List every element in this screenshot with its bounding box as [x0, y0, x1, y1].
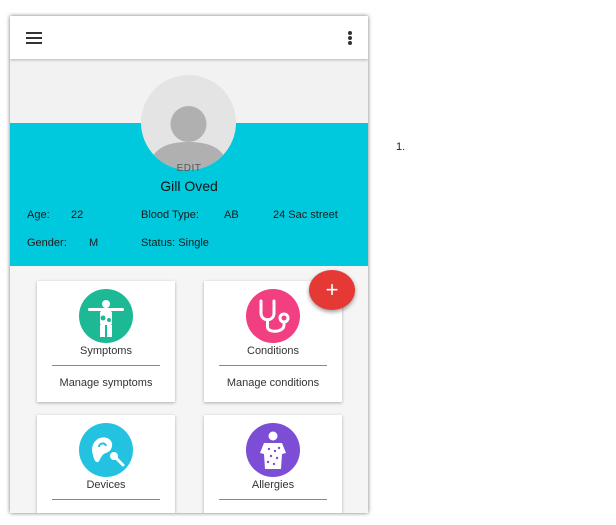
avatar-placeholder-icon — [148, 106, 229, 170]
edit-avatar-button[interactable]: EDIT — [10, 163, 368, 174]
blood-type-value: AB — [224, 209, 239, 221]
divider — [219, 365, 327, 366]
symptoms-card[interactable]: Symptoms Manage symptoms — [37, 281, 175, 402]
profile-name: Gill Oved — [160, 178, 218, 194]
gender-label: Gender: — [27, 237, 67, 249]
age-value: 22 — [71, 209, 84, 221]
skin-rash-icon — [246, 423, 300, 477]
hearing-aid-icon — [79, 423, 133, 477]
blood-type-label: Blood Type: — [141, 209, 199, 221]
card-subtitle: Manage conditions — [226, 377, 320, 389]
card-subtitle: Manage symptoms — [59, 377, 153, 389]
more-vert-icon[interactable] — [348, 31, 352, 45]
card-title: Symptoms — [80, 345, 132, 357]
status-value: Status: Single — [141, 237, 209, 249]
page-number: 1. — [396, 141, 406, 153]
person-pain-icon — [79, 289, 133, 343]
add-button[interactable]: + — [309, 270, 355, 310]
divider — [52, 499, 160, 500]
gender-value: M — [89, 237, 99, 249]
card-title: Allergies — [251, 479, 295, 491]
allergies-card[interactable]: Allergies — [204, 415, 342, 513]
divider — [219, 499, 327, 500]
avatar[interactable] — [141, 75, 236, 170]
card-title: Devices — [86, 479, 126, 491]
devices-card[interactable]: Devices — [37, 415, 175, 513]
divider — [52, 365, 160, 366]
card-title: Conditions — [247, 345, 299, 357]
age-label: Age: — [27, 209, 50, 221]
app-bar — [10, 16, 368, 59]
address-value: 24 Sac street — [273, 209, 338, 221]
phone-frame: EDIT Gill Oved Age: 22 Blood Type: AB 24… — [10, 16, 368, 513]
hamburger-icon[interactable] — [26, 32, 42, 44]
stethoscope-icon — [246, 289, 300, 343]
